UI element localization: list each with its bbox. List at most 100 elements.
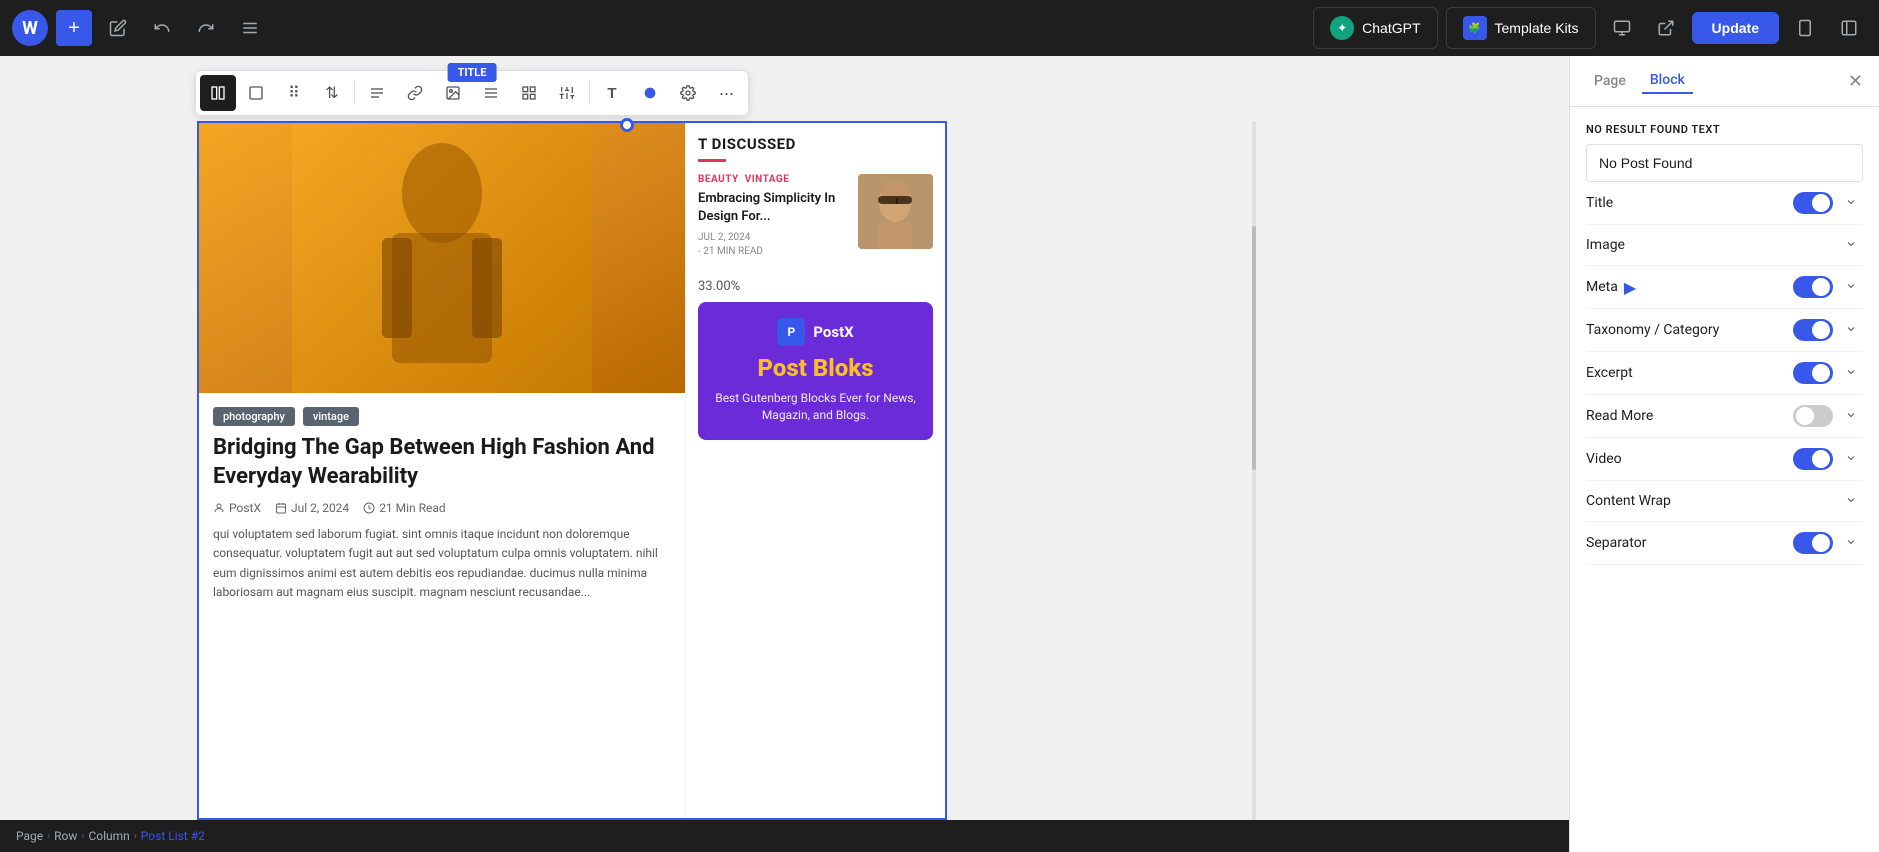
right-post-column: T DISCUSSED BEAUTY VINTAGE Embracing Sim… <box>685 123 945 818</box>
read-more-row-controls <box>1793 405 1863 427</box>
meta-toggle[interactable] <box>1793 276 1833 298</box>
toolbar-move-btn[interactable]: ⇅ <box>314 75 350 111</box>
add-block-button[interactable]: + <box>56 10 92 46</box>
panel-row-video: Video <box>1586 438 1863 481</box>
post-date: Jul 2, 2024 <box>291 501 349 515</box>
toolbar-color-btn[interactable] <box>632 75 668 111</box>
toolbar-gear-btn[interactable] <box>670 75 706 111</box>
separator-row-controls <box>1793 532 1863 554</box>
template-kits-button[interactable]: 🧩 Template Kits <box>1446 7 1596 49</box>
no-result-label: NO RESULT FOUND TEXT <box>1586 123 1863 136</box>
meta-row-controls <box>1793 276 1863 298</box>
topbar: W + ✦ ChatGPT 🧩 Template Kits Update <box>0 0 1879 56</box>
edit-button[interactable] <box>100 10 136 46</box>
video-toggle[interactable] <box>1793 448 1833 470</box>
redo-button[interactable] <box>188 10 224 46</box>
title-row-label: Title <box>1586 195 1613 211</box>
postx-ad-banner: P PostX Post Bloks Best Gutenberg Blocks… <box>698 302 933 440</box>
right-post-item: BEAUTY VINTAGE Embracing Simplicity In D… <box>698 174 933 257</box>
title-chevron[interactable] <box>1839 193 1863 213</box>
image-row-label: Image <box>1586 237 1625 253</box>
taxonomy-chevron[interactable] <box>1839 320 1863 340</box>
toolbar-typography-btn[interactable]: T <box>594 75 630 111</box>
desktop-view-button[interactable] <box>1604 10 1640 46</box>
breadcrumb-sep-1: › <box>47 831 50 842</box>
video-row-controls <box>1793 448 1863 470</box>
section-accent <box>698 159 726 162</box>
breadcrumb: Page › Row › Column › Post List #2 <box>0 820 1569 852</box>
read-more-row-label: Read More <box>1586 408 1653 424</box>
breadcrumb-row[interactable]: Row <box>54 829 77 843</box>
wp-logo[interactable]: W <box>12 10 48 46</box>
right-post-title: Embracing Simplicity In Design For... <box>698 190 848 226</box>
tag-vintage: vintage <box>303 407 359 426</box>
taxonomy-row-controls <box>1793 319 1863 341</box>
panel-row-read-more: Read More <box>1586 395 1863 438</box>
update-button[interactable]: Update <box>1692 12 1779 44</box>
block-toolbar: TITLE ⠿ ⇅ <box>195 70 749 116</box>
meta-row-label: Meta ▶ <box>1586 278 1636 297</box>
video-row-label: Video <box>1586 451 1622 467</box>
panel-row-image: Image <box>1586 225 1863 266</box>
separator-chevron[interactable] <box>1839 533 1863 553</box>
toolbar-grid-btn[interactable] <box>511 75 547 111</box>
percentage-display: 33.00% <box>698 271 933 302</box>
content-wrap-chevron[interactable] <box>1839 491 1863 511</box>
breadcrumb-sep-3: › <box>134 831 137 842</box>
main-layout: TITLE ⠿ ⇅ <box>0 56 1879 852</box>
post-read-time: 21 Min Read <box>379 501 446 515</box>
canvas-scrollbar[interactable] <box>1251 121 1257 820</box>
panel-row-taxonomy: Taxonomy / Category <box>1586 309 1863 352</box>
toolbar-link-btn[interactable] <box>397 75 433 111</box>
undo-button[interactable] <box>144 10 180 46</box>
title-row-controls <box>1793 192 1863 214</box>
toolbar-align-btn[interactable] <box>359 75 395 111</box>
toolbar-columns-btn[interactable] <box>200 75 236 111</box>
taxonomy-toggle[interactable] <box>1793 319 1833 341</box>
breadcrumb-post-list[interactable]: Post List #2 <box>141 829 205 843</box>
tag-photography: photography <box>213 407 295 426</box>
breadcrumb-page[interactable]: Page <box>16 829 43 843</box>
toolbar-drag-btn[interactable]: ⠿ <box>276 75 312 111</box>
no-result-input[interactable] <box>1586 144 1863 182</box>
toolbar-more-btn[interactable]: ··· <box>708 75 744 111</box>
postx-title: Post Bloks <box>714 354 917 382</box>
panel-row-meta: Meta ▶ <box>1586 266 1863 309</box>
panel-header: Page Block ✕ <box>1570 56 1879 107</box>
right-post-read: - 21 MIN READ <box>698 246 848 257</box>
excerpt-toggle[interactable] <box>1793 362 1833 384</box>
section-heading: T DISCUSSED <box>698 135 933 153</box>
scrollbar-thumb[interactable] <box>1252 226 1256 471</box>
separator-toggle[interactable] <box>1793 532 1833 554</box>
template-kits-label: Template Kits <box>1495 20 1579 36</box>
chatgpt-button[interactable]: ✦ ChatGPT <box>1313 7 1437 49</box>
meta-play-icon: ▶ <box>1624 278 1636 297</box>
panel-close-button[interactable]: ✕ <box>1848 71 1863 92</box>
preview-button[interactable] <box>1648 10 1684 46</box>
read-more-toggle[interactable] <box>1793 405 1833 427</box>
post-excerpt: qui voluptatem sed laborum fugiat. sint … <box>199 525 685 602</box>
title-toggle[interactable] <box>1793 192 1833 214</box>
toolbar-transform-btn[interactable] <box>238 75 274 111</box>
tab-block[interactable]: Block <box>1642 68 1693 94</box>
menu-button[interactable] <box>232 10 268 46</box>
responsive-layout-button[interactable] <box>1787 10 1823 46</box>
block-type-label: TITLE <box>448 63 497 82</box>
chatgpt-label: ChatGPT <box>1362 20 1420 36</box>
breadcrumb-column[interactable]: Column <box>88 829 129 843</box>
excerpt-chevron[interactable] <box>1839 363 1863 383</box>
left-post-column: photography vintage Bridging The Gap Bet… <box>199 123 685 818</box>
sidebar-toggle-button[interactable] <box>1831 10 1867 46</box>
image-chevron[interactable] <box>1839 235 1863 255</box>
video-chevron[interactable] <box>1839 449 1863 469</box>
panel-row-title: Title <box>1586 182 1863 225</box>
read-more-chevron[interactable] <box>1839 406 1863 426</box>
toolbar-settings-btn[interactable] <box>549 75 585 111</box>
right-post-cat-1: BEAUTY <box>698 174 739 185</box>
image-row-controls <box>1839 235 1863 255</box>
breadcrumb-sep-2: › <box>81 831 84 842</box>
taxonomy-row-label: Taxonomy / Category <box>1586 322 1719 338</box>
right-post-date: JUL 2, 2024 <box>698 232 848 243</box>
meta-chevron[interactable] <box>1839 277 1863 297</box>
tab-page[interactable]: Page <box>1586 69 1634 93</box>
